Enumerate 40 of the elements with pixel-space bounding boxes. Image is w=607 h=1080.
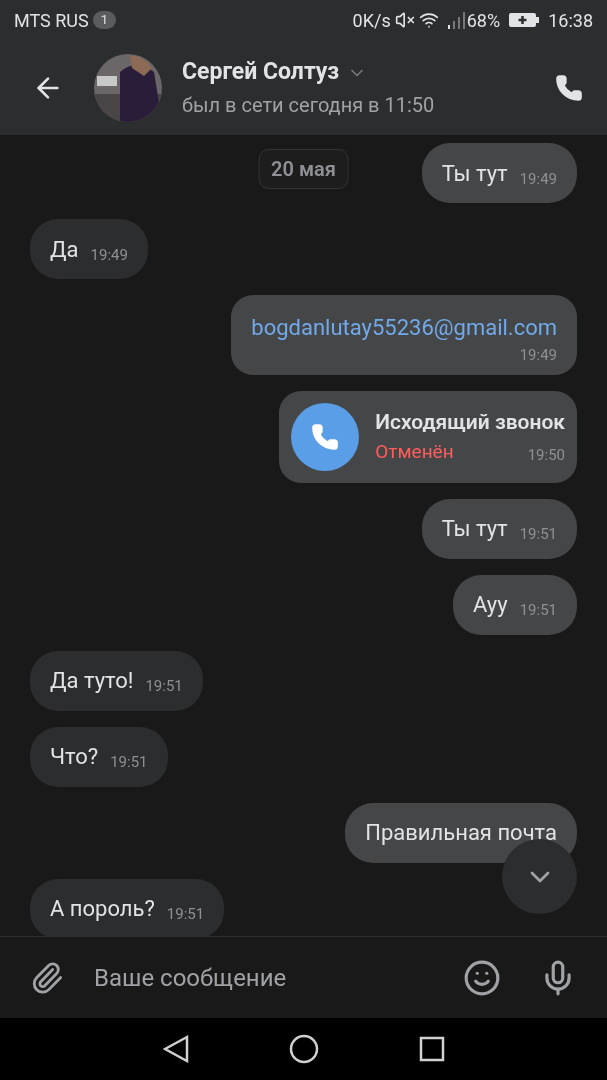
message-text: А пороль? bbox=[50, 895, 155, 923]
wifi-icon bbox=[418, 10, 439, 30]
message-text: Что? bbox=[50, 743, 99, 771]
clock: 16:38 bbox=[548, 8, 593, 33]
message-time: 19:51 bbox=[110, 752, 148, 774]
message-time: 19:51 bbox=[519, 600, 557, 622]
message-time: 19:49 bbox=[519, 345, 557, 366]
carrier-name: MTS RUS bbox=[14, 8, 89, 33]
message-time: 19:51 bbox=[166, 904, 205, 926]
battery-percent: 68% bbox=[466, 8, 501, 33]
attach-icon[interactable] bbox=[30, 960, 64, 995]
date-chip: 20 мая bbox=[258, 149, 349, 189]
message-input[interactable]: Ваше сообщение bbox=[94, 959, 463, 996]
message-time: 19:51 bbox=[145, 676, 183, 698]
message-time: 19:50 bbox=[527, 445, 565, 466]
mute-icon bbox=[394, 10, 415, 30]
message-time: 19:51 bbox=[519, 524, 557, 546]
network-speed: 0K/s bbox=[352, 8, 391, 33]
call-button[interactable] bbox=[555, 73, 583, 102]
message-text: Да bbox=[50, 235, 79, 264]
message-text: Ауу bbox=[473, 591, 508, 619]
message-text: Ты тут bbox=[441, 159, 508, 188]
battery-icon bbox=[508, 11, 541, 29]
message-time: 19:49 bbox=[90, 244, 128, 266]
signal-icon bbox=[446, 11, 467, 29]
call-bubble[interactable]: Исходящий звонок Отменён 19:50 bbox=[279, 390, 577, 483]
recents-nav-icon[interactable] bbox=[418, 1036, 445, 1062]
emoji-icon[interactable] bbox=[463, 958, 501, 997]
message-text: Ты тут bbox=[441, 515, 508, 543]
email-link[interactable]: bogdanlutay55236@gmail.com bbox=[251, 311, 557, 344]
sim-badge: 1 bbox=[92, 11, 116, 29]
message-text: Правильная почта bbox=[365, 819, 557, 847]
back-nav-icon[interactable] bbox=[162, 1035, 189, 1063]
contact-name[interactable]: Сергей Солтуз bbox=[182, 55, 340, 90]
call-title: Исходящий звонок bbox=[375, 408, 565, 436]
home-nav-icon[interactable] bbox=[288, 1034, 319, 1064]
message-text: Да туто! bbox=[50, 667, 134, 695]
message-time: 19:49 bbox=[519, 168, 557, 190]
call-status: Отменён bbox=[375, 439, 454, 465]
last-seen-status: был в сети сегодня в 11:50 bbox=[182, 91, 435, 119]
